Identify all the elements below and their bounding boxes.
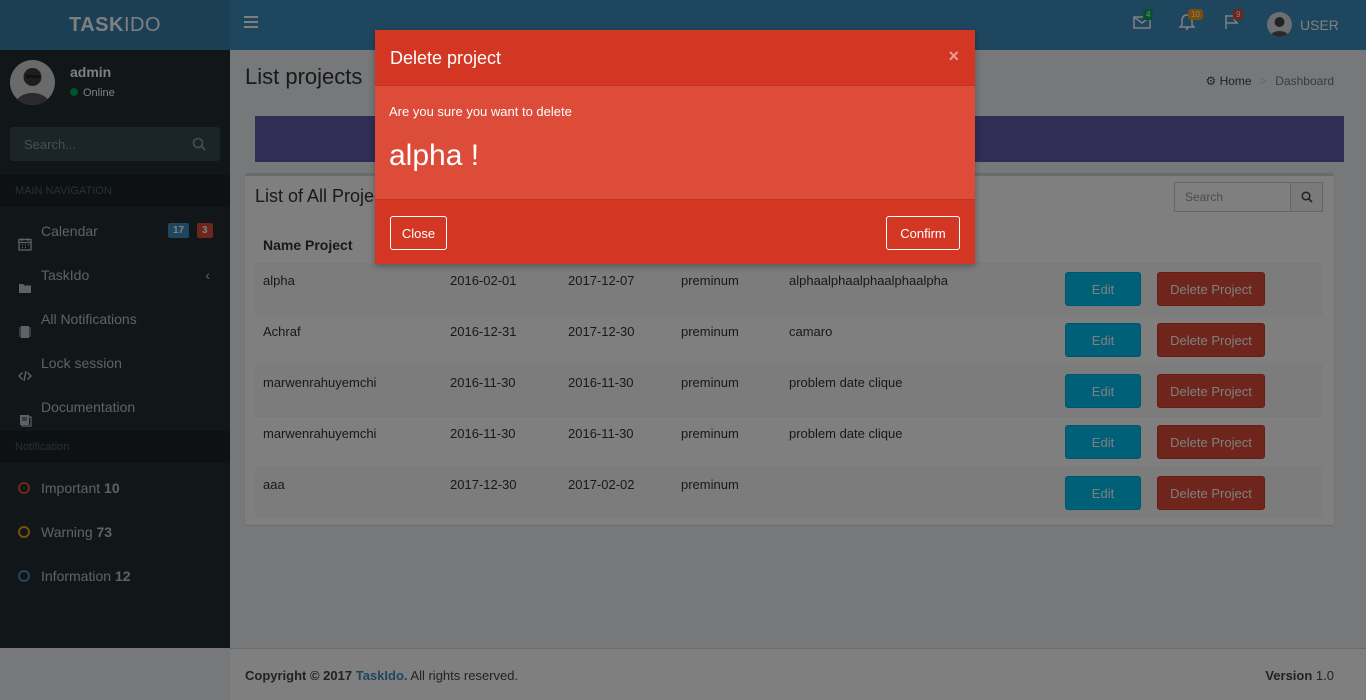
modal-footer: Close Confirm [375, 199, 975, 264]
close-icon[interactable]: × [948, 46, 959, 67]
close-button[interactable]: Close [390, 216, 447, 250]
modal-project-name: alpha ! [389, 139, 480, 172]
modal-message: Are you sure you want to delete [389, 104, 572, 119]
modal-header: Delete project × [375, 30, 975, 86]
modal-body: Are you sure you want to delete alpha ! [375, 86, 975, 199]
confirm-button[interactable]: Confirm [886, 216, 960, 250]
delete-project-modal: Delete project × Are you sure you want t… [375, 30, 975, 264]
modal-title: Delete project [390, 48, 502, 68]
